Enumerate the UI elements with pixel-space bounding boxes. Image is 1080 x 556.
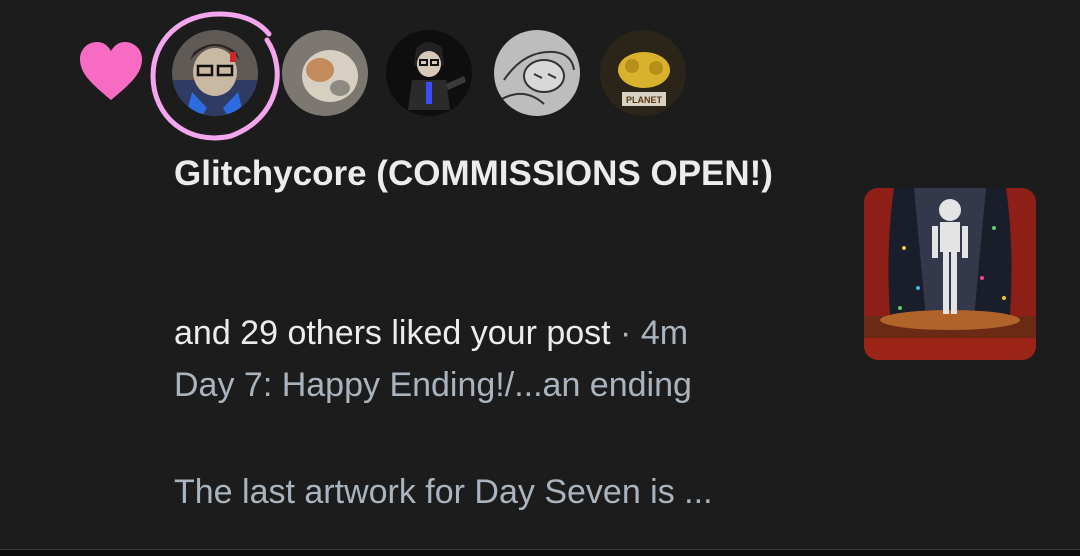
heart-icon [78,40,144,102]
liker-name[interactable]: Glitchycore (COMMISSIONS OPEN!) [174,150,774,198]
post-thumbnail[interactable] [864,188,1036,360]
post-title[interactable]: Day 7: Happy Ending!/...an ending [174,362,692,408]
avatar-liker-2[interactable] [282,30,368,116]
avatar-liker-4[interactable] [494,30,580,116]
timestamp: 4m [640,314,689,352]
avatar-liker-3[interactable] [386,30,472,116]
like-notification[interactable]: PLANET Glitchycore (COMMISSIONS OPEN!) a… [0,0,1080,549]
avatar-liker-5[interactable]: PLANET [600,30,686,116]
action-text: and 29 others liked your post [174,314,611,352]
avatar-liker-5-label: PLANET [626,95,663,105]
post-snippet[interactable]: The last artwork for Day Seven is ... [174,469,713,515]
highlight-circle [147,6,285,144]
separator: · [610,314,641,352]
action-line: and 29 others liked your post · 4m [174,310,688,356]
